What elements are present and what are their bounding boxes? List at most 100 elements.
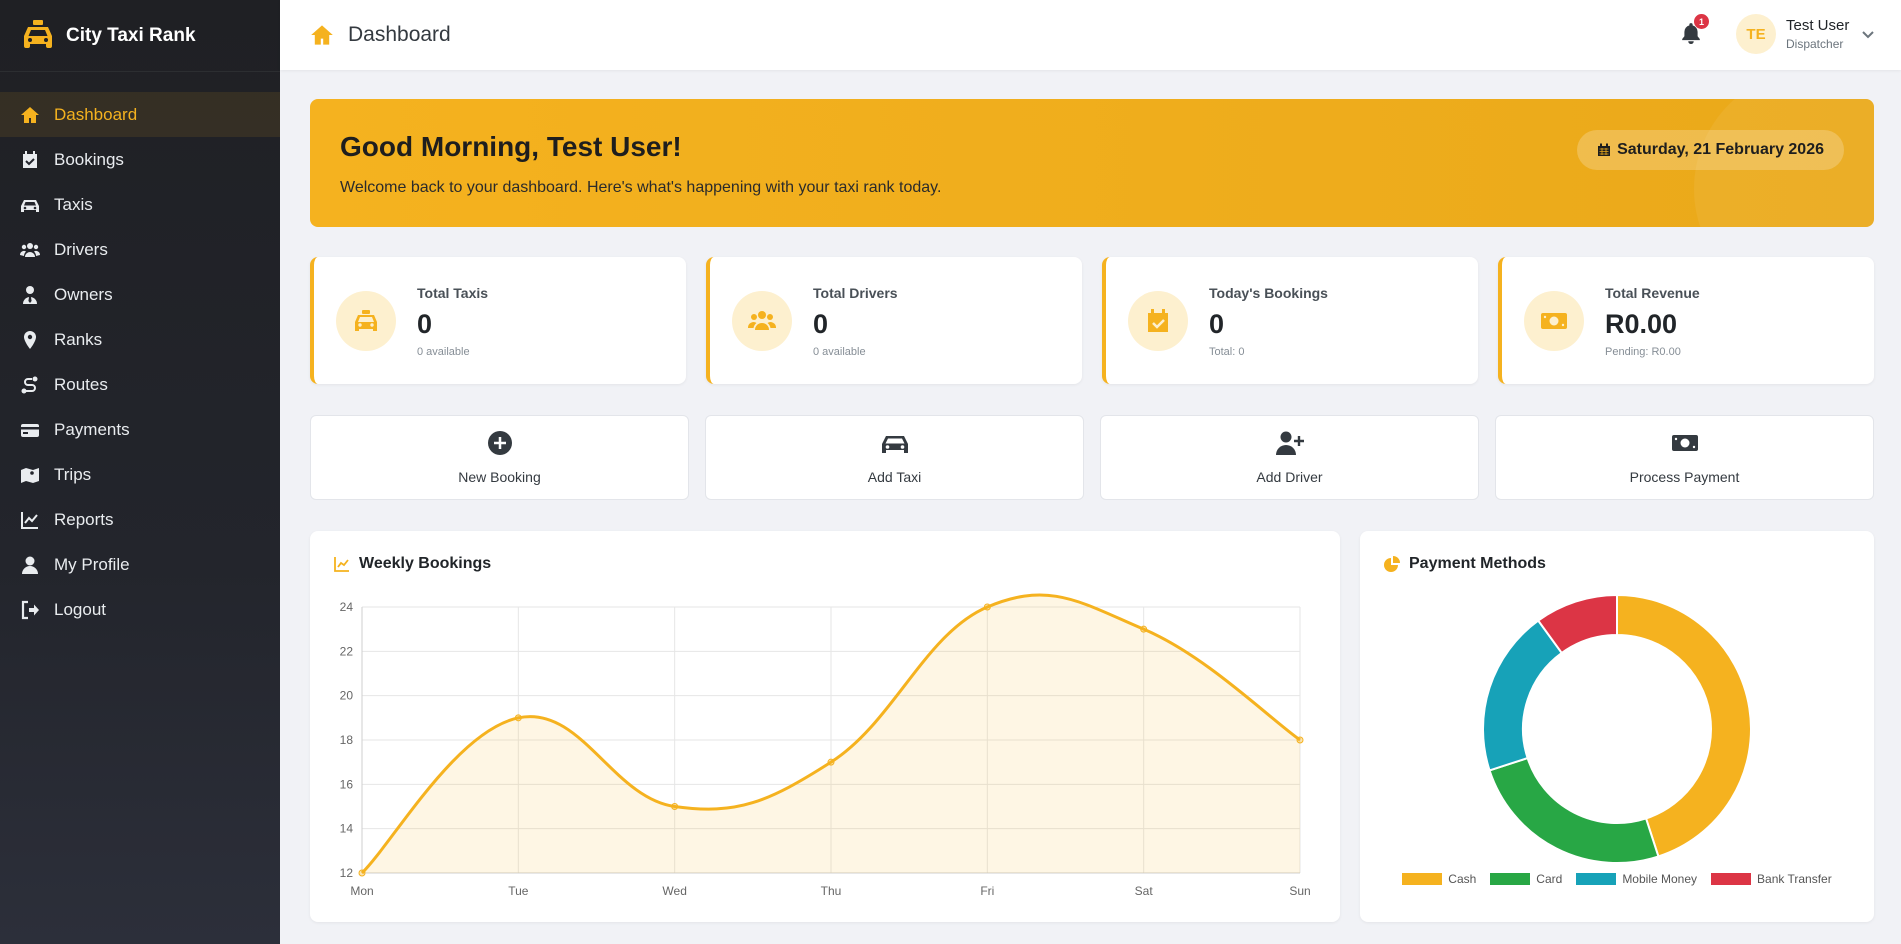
sidebar-item-label: Bookings [54, 149, 124, 169]
stat-value: R0.00 [1605, 309, 1678, 339]
process-payment-button[interactable]: Process Payment [1495, 415, 1874, 500]
sidebar-item-my-profile[interactable]: My Profile [0, 542, 280, 587]
user-icon [22, 556, 38, 574]
brand[interactable]: City Taxi Rank [0, 0, 280, 72]
legend-item[interactable]: Cash [1402, 872, 1476, 886]
sidebar-item-label: Owners [54, 284, 113, 304]
taxi-logo-icon [24, 19, 52, 48]
stat-card-total-revenue: Total Revenue R0.00 Pending: R0.00 [1498, 257, 1874, 384]
sidebar: City Taxi Rank Dashboard Bookings Taxis … [0, 0, 280, 944]
x-tick-label: Fri [980, 884, 994, 898]
sidebar-item-reports[interactable]: Reports [0, 497, 280, 542]
stat-card-todays-bookings: Today's Bookings 0 Total: 0 [1102, 257, 1478, 384]
app-name: City Taxi Rank [66, 24, 196, 46]
stat-label: Today's Bookings [1209, 285, 1328, 301]
stat-subtext: Total: 0 [1209, 346, 1245, 358]
user-plus-icon [1275, 431, 1304, 455]
quick-action-label: Process Payment [1629, 469, 1740, 485]
legend-item[interactable]: Bank Transfer [1711, 872, 1832, 886]
line-point[interactable] [827, 758, 835, 766]
weekly-bookings-card: Weekly Bookings 12 14 16 18 20 22 24 Mon Tue Wed T… [310, 531, 1340, 922]
logout-icon [21, 600, 39, 619]
sidebar-item-dashboard[interactable]: Dashboard [0, 92, 280, 137]
line-point[interactable] [1296, 736, 1304, 744]
sidebar-item-logout[interactable]: Logout [0, 587, 280, 632]
stat-label: Total Drivers [813, 285, 898, 301]
stat-icon-wrap [1524, 291, 1584, 351]
welcome-banner: Good Morning, Test User! Welcome back to… [310, 99, 1874, 227]
line-point[interactable] [514, 714, 522, 722]
stat-subtext: 0 available [813, 346, 866, 358]
legend-label: Mobile Money [1622, 872, 1698, 886]
sidebar-item-label: Ranks [54, 329, 103, 349]
calendar-check-icon [23, 150, 37, 168]
sidebar-item-payments[interactable]: Payments [0, 407, 280, 452]
user-name: Test User [1786, 17, 1850, 34]
calendar-check-icon [1148, 309, 1168, 332]
money-icon [1671, 435, 1698, 451]
notifications-button[interactable]: 1 [1680, 14, 1709, 46]
stat-icon-wrap [336, 291, 396, 351]
x-tick-label: Thu [821, 884, 842, 898]
money-icon [1541, 313, 1567, 329]
users-icon [20, 242, 40, 257]
topbar: Dashboard 1 TE Test User Dispatcher [280, 0, 1901, 70]
sidebar-item-drivers[interactable]: Drivers [0, 227, 280, 272]
calendar-icon [1598, 143, 1611, 156]
add-driver-button[interactable]: Add Driver [1100, 415, 1479, 500]
car-icon [21, 199, 39, 212]
pie-slice-mobile-money[interactable] [1482, 619, 1564, 772]
legend-item[interactable]: Card [1490, 872, 1562, 886]
y-tick-label: 12 [340, 866, 354, 880]
x-tick-label: Sat [1135, 884, 1154, 898]
stat-subtext: Pending: R0.00 [1605, 346, 1681, 358]
pie-slice-card[interactable] [1488, 756, 1660, 864]
pie-slice-cash[interactable] [1616, 593, 1752, 858]
sidebar-item-owners[interactable]: Owners [0, 272, 280, 317]
sidebar-item-label: Reports [54, 509, 114, 529]
sidebar-item-trips[interactable]: Trips [0, 452, 280, 497]
sidebar-item-bookings[interactable]: Bookings [0, 137, 280, 182]
current-date: Saturday, 21 February 2026 [1617, 141, 1824, 158]
avatar: TE [1736, 14, 1776, 54]
payment-methods-chart [1482, 593, 1752, 864]
y-tick-label: 18 [340, 733, 354, 747]
sidebar-item-taxis[interactable]: Taxis [0, 182, 280, 227]
line-point[interactable] [671, 803, 679, 810]
weekly-bookings-chart: 12 14 16 18 20 22 24 Mon Tue Wed Thu Fri Sat Sun [340, 593, 1311, 898]
sidebar-item-label: Taxis [54, 194, 93, 214]
greeting: Good Morning, Test User! [340, 131, 682, 162]
stat-icon-wrap [1128, 291, 1188, 351]
line-point[interactable] [983, 603, 991, 611]
stat-card-total-taxis: Total Taxis 0 0 available [310, 257, 686, 384]
chevron-down-icon [1862, 31, 1875, 39]
quick-action-label: New Booking [458, 469, 541, 485]
sidebar-item-ranks[interactable]: Ranks [0, 317, 280, 362]
sidebar-item-routes[interactable]: Routes [0, 362, 280, 407]
add-taxi-button[interactable]: Add Taxi [705, 415, 1084, 500]
x-tick-label: Sun [1289, 884, 1310, 898]
home-icon [21, 106, 39, 123]
sidebar-item-label: My Profile [54, 554, 130, 574]
stat-subtext: 0 available [417, 346, 470, 358]
stat-icon-wrap [732, 291, 792, 351]
new-booking-button[interactable]: New Booking [310, 415, 689, 500]
map-icon [21, 467, 39, 483]
route-icon [21, 376, 38, 393]
plus-circle-icon [487, 431, 512, 455]
legend-item[interactable]: Mobile Money [1576, 872, 1697, 886]
legend-swatch [1402, 873, 1443, 885]
y-tick-label: 20 [340, 689, 354, 703]
stat-label: Total Taxis [417, 285, 489, 301]
line-point[interactable] [1140, 625, 1148, 633]
line-point[interactable] [358, 869, 366, 877]
legend-label: Bank Transfer [1757, 872, 1832, 886]
page-title: Dashboard [348, 23, 451, 46]
y-tick-label: 22 [340, 644, 354, 658]
legend-swatch [1490, 873, 1531, 885]
quick-action-label: Add Driver [1256, 469, 1323, 485]
user-menu[interactable]: TE Test User Dispatcher [1736, 14, 1875, 54]
welcome-message: Welcome back to your dashboard. Here's w… [340, 179, 942, 196]
notification-badge: 1 [1694, 14, 1709, 29]
stat-value: 0 [417, 309, 433, 339]
